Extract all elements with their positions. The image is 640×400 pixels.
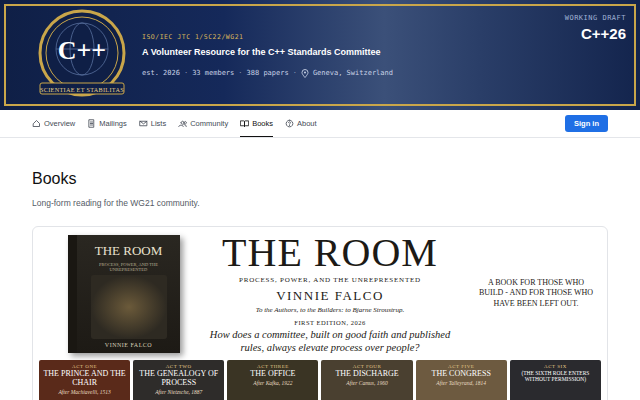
nav-icon (178, 119, 187, 128)
act-card[interactable]: ACT SIX(THE SIXTH ROLE ENTERS WITHOUT PE… (510, 360, 601, 400)
book-subtitle: PROCESS, POWER, AND THE UNREPRESENTED (239, 276, 421, 284)
nav-icon (139, 119, 148, 128)
svg-text:C++: C++ (58, 36, 106, 65)
meta-item: 388 papers (247, 69, 289, 77)
svg-text:SCIENTIAE ET STABILITAS: SCIENTIAE ET STABILITAS (40, 86, 124, 93)
act-card[interactable]: ACT FIVETHE CONGRESSAfter Talleyrand, 18… (416, 360, 507, 400)
cover-title: THE ROOM (95, 243, 163, 259)
book-question: How does a committee, built on good fait… (197, 329, 463, 354)
meta-separator: · (238, 69, 242, 77)
cover-face: THE ROOM PROCESS, POWER, AND THE UNREPRES… (77, 235, 180, 353)
nav-bar: Overview Mailings Lists Community Books About… (0, 110, 640, 138)
act-source: After Nietzsche, 1887 (155, 389, 202, 395)
book-title: THE ROOM (222, 233, 438, 273)
page-subtitle: Long-form reading for the WG21 community… (32, 198, 608, 208)
nav-icon (87, 119, 96, 128)
act-card[interactable]: ACT ONETHE PRINCE AND THE CHAIRAfter Mac… (39, 360, 130, 400)
cover-column: THE ROOM PROCESS, POWER, AND THE UNREPRES… (39, 235, 189, 353)
nav-icon (285, 119, 294, 128)
draft-badge: WORKING DRAFT C++26 (565, 14, 626, 42)
book-banner: THE ROOM PROCESS, POWER, AND THE UNREPRES… (39, 233, 601, 354)
act-title: THE DISCHARGE (335, 370, 398, 379)
logo: C++ SCIENTIAE ET STABILITAS (34, 7, 130, 103)
nav-item[interactable]: Mailings (87, 110, 127, 137)
crest-icon: C++ SCIENTIAE ET STABILITAS (34, 7, 130, 103)
meta-row: est. 2026 · 33 members · 388 papers · Geneva, … (142, 69, 553, 78)
nav-icon (240, 119, 249, 128)
location: Geneva, Switzerland (313, 69, 393, 77)
book-pitch: A BOOK FOR THOSE WHO BUILD - AND FOR THO… (471, 278, 601, 309)
tagline: A Volunteer Resource for the C++ Standar… (142, 47, 553, 57)
acts-row: ACT ONETHE PRINCE AND THE CHAIRAfter Mac… (39, 360, 601, 400)
act-card[interactable]: ACT TWOTHE GENEALOGY OF PROCESSAfter Nie… (133, 360, 224, 400)
act-card[interactable]: ACT THREETHE OFFICEAfter Kafka, 1922 (227, 360, 318, 400)
nav-item[interactable]: Overview (32, 110, 75, 137)
act-source: After Kafka, 1922 (253, 380, 292, 386)
nav-item[interactable]: About (285, 110, 317, 137)
meta-item: est. 2026 (142, 69, 180, 77)
draft-label: WORKING DRAFT (565, 14, 626, 22)
meta-separator: · (293, 69, 297, 77)
cover-art (91, 275, 167, 339)
act-number: ACT ONE (72, 364, 97, 369)
act-card[interactable]: ACT FOURTHE DISCHARGEAfter Camus, 1960 (321, 360, 412, 400)
cover-subtitle: PROCESS, POWER, AND THE UNREPRESENTED (81, 262, 176, 272)
book-card[interactable]: THE ROOM PROCESS, POWER, AND THE UNREPRES… (32, 226, 608, 400)
book-edition: FIRST EDITION, 2026 (294, 319, 365, 326)
nav-items: Overview Mailings Lists Community Books About (32, 110, 317, 137)
act-number: ACT SIX (544, 364, 567, 369)
meta-separator: · (184, 69, 188, 77)
cover-author: VINNIE FALCO (105, 342, 152, 348)
act-title: THE CONGRESS (432, 370, 491, 379)
draft-version: C++26 (565, 25, 626, 42)
nav-item[interactable]: Books (240, 110, 273, 137)
nav-item[interactable]: Community (178, 110, 228, 137)
act-title: THE PRINCE AND THE CHAIR (42, 370, 127, 388)
act-title: (THE SIXTH ROLE ENTERS WITHOUT PERMISSIO… (513, 370, 598, 382)
page: C++ SCIENTIAE ET STABILITAS ISO/IEC JTC 1/… (0, 0, 640, 400)
banner-frame: C++ SCIENTIAE ET STABILITAS ISO/IEC JTC 1/… (4, 4, 636, 106)
act-number: ACT FOUR (353, 364, 382, 369)
nav-item[interactable]: Lists (139, 110, 166, 137)
book-dedication: To the Authors, to the Builders: to Bjar… (256, 306, 405, 314)
nav-icon (32, 119, 41, 128)
header-banner: C++ SCIENTIAE ET STABILITAS ISO/IEC JTC 1/… (0, 0, 640, 110)
act-source: After Machiavelli, 1513 (58, 389, 110, 395)
act-number: ACT THREE (257, 364, 289, 369)
book-author: VINNIE FALCO (276, 288, 384, 304)
act-title: THE OFFICE (250, 370, 295, 379)
book-spine (68, 235, 77, 353)
sign-in-button[interactable]: Sign in (565, 115, 608, 132)
act-title: THE GENEALOGY OF PROCESS (136, 370, 221, 388)
meta-item: 33 members (192, 69, 234, 77)
act-source: After Talleyrand, 1814 (436, 380, 486, 386)
header-text: ISO/IEC JTC 1/SC22/WG21 A Volunteer Resou… (142, 33, 553, 78)
page-title: Books (32, 170, 608, 188)
pin-icon (301, 69, 309, 78)
act-number: ACT TWO (166, 364, 192, 369)
book-info: THE ROOM PROCESS, POWER, AND THE UNREPRES… (197, 233, 463, 354)
book-cover[interactable]: THE ROOM PROCESS, POWER, AND THE UNREPRES… (68, 235, 180, 353)
org-label: ISO/IEC JTC 1/SC22/WG21 (142, 33, 553, 41)
act-number: ACT FIVE (448, 364, 474, 369)
content: Books Long-form reading for the WG21 comm… (0, 170, 640, 400)
act-source: After Camus, 1960 (346, 380, 387, 386)
